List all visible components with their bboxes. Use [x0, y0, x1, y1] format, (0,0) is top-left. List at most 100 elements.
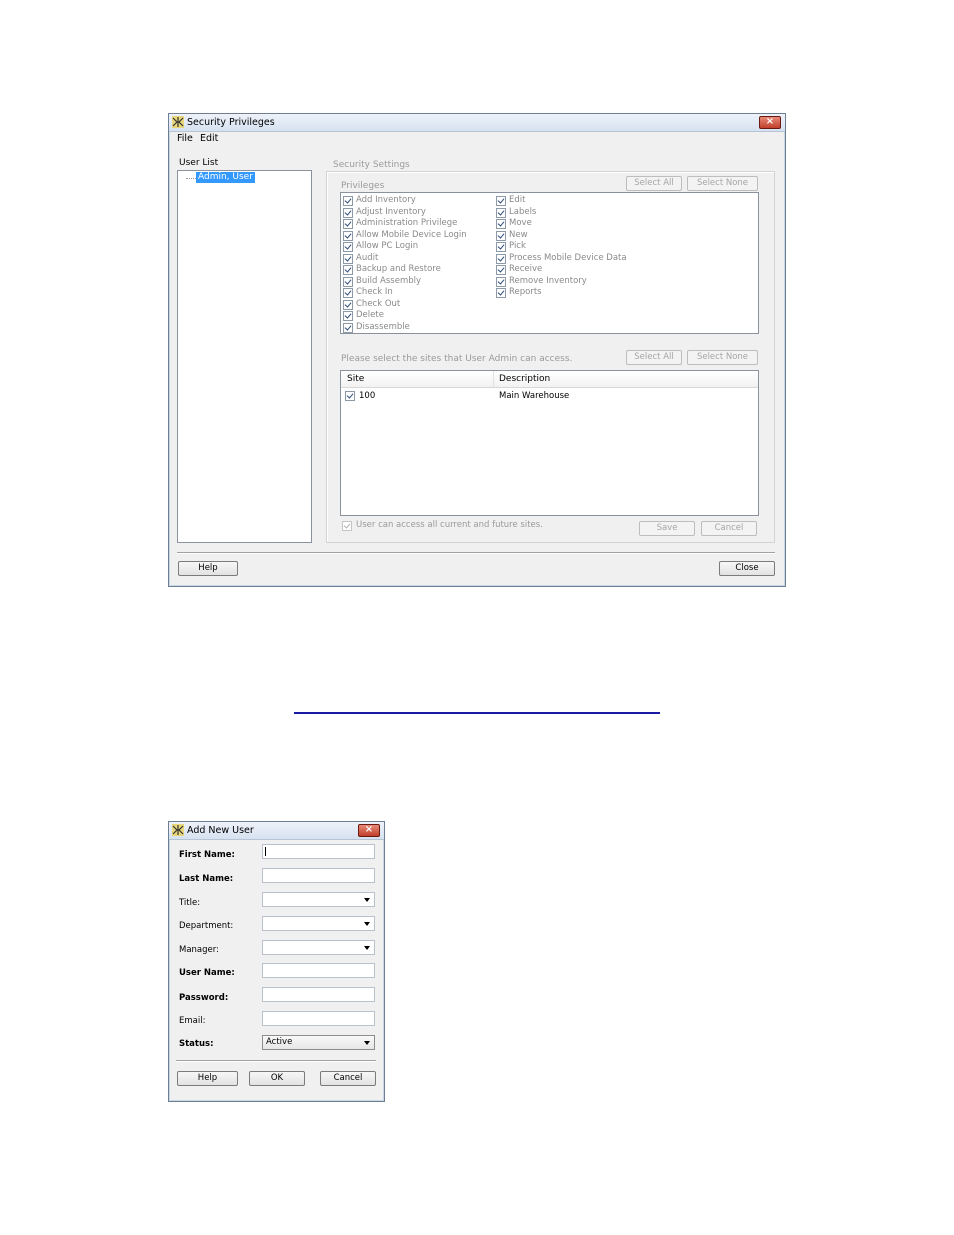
- privilege-checkbox[interactable]: [343, 322, 353, 333]
- title-bar[interactable]: Add New User ×: [169, 822, 384, 840]
- privilege-checkbox[interactable]: [343, 242, 353, 252]
- status-value: Active: [266, 1037, 293, 1047]
- privilege-checkbox[interactable]: [343, 196, 353, 206]
- title-label: Title:: [179, 898, 201, 908]
- divider: [176, 1060, 376, 1062]
- user-list[interactable]: Admin, User: [177, 170, 312, 543]
- privileges-list: Add Inventory Adjust Inventory Administrat…: [340, 192, 759, 334]
- app-icon: [172, 116, 184, 128]
- privilege-label: Labels: [509, 206, 537, 217]
- user-name-field[interactable]: [262, 963, 375, 978]
- privilege-checkbox[interactable]: [343, 230, 353, 241]
- sites-select-none-button[interactable]: Select None: [687, 350, 758, 365]
- privilege-checkbox[interactable]: [496, 265, 506, 275]
- privilege-checkbox[interactable]: [343, 207, 353, 218]
- status-label: Status:: [179, 1039, 214, 1049]
- table-row[interactable]: 100 Main Warehouse: [341, 389, 758, 402]
- manager-label: Manager:: [179, 945, 219, 955]
- privilege-label: Reports: [509, 287, 542, 297]
- close-button[interactable]: Close: [719, 561, 775, 576]
- privilege-checkbox[interactable]: [343, 265, 353, 275]
- department-dropdown[interactable]: [262, 916, 375, 931]
- site-checkbox[interactable]: [345, 391, 355, 401]
- user-list-label: User List: [179, 158, 219, 168]
- help-button[interactable]: Help: [177, 1071, 238, 1086]
- privilege-label: Adjust Inventory: [356, 206, 426, 217]
- cancel-button[interactable]: Cancel: [701, 521, 757, 536]
- privilege-checkbox[interactable]: [343, 288, 353, 298]
- window-title: Add New User: [187, 825, 254, 836]
- privilege-label: Add Inventory: [356, 195, 416, 205]
- column-header-description[interactable]: Description: [499, 374, 550, 384]
- privilege-checkbox[interactable]: [343, 299, 353, 310]
- user-name-label: User Name:: [179, 968, 235, 978]
- privilege-checkbox[interactable]: [496, 288, 506, 298]
- privilege-label: New: [509, 229, 528, 240]
- title-dropdown[interactable]: [262, 892, 375, 907]
- sites-table: Site Description 100 Main Warehouse: [340, 370, 759, 516]
- privilege-label: Delete: [356, 310, 384, 320]
- title-bar[interactable]: Security Privileges ×: [169, 114, 785, 132]
- privilege-label: Backup and Restore: [356, 264, 441, 274]
- privilege-label: Receive: [509, 264, 543, 274]
- privilege-label: Edit: [509, 195, 526, 205]
- privilege-checkbox[interactable]: [496, 219, 506, 229]
- privilege-checkbox[interactable]: [496, 242, 506, 252]
- first-name-label: First Name:: [179, 850, 235, 860]
- user-item-admin[interactable]: Admin, User: [196, 172, 255, 183]
- privilege-label: Allow Mobile Device Login: [356, 229, 467, 240]
- department-label: Department:: [179, 921, 234, 931]
- privilege-checkbox[interactable]: [496, 230, 506, 241]
- privilege-checkbox[interactable]: [343, 276, 353, 287]
- app-icon: [172, 824, 184, 836]
- privilege-checkbox[interactable]: [496, 196, 506, 206]
- security-settings-label: Security Settings: [332, 160, 411, 170]
- privilege-checkbox[interactable]: [496, 207, 506, 218]
- all-sites-label: User can access all current and future s…: [356, 520, 543, 530]
- link-underline: [294, 712, 660, 714]
- password-field[interactable]: [262, 987, 375, 1002]
- sites-prompt: Please select the sites that User Admin …: [341, 354, 573, 364]
- privilege-label: Audit: [356, 252, 379, 263]
- privileges-select-all-button[interactable]: Select All: [626, 176, 682, 191]
- close-icon[interactable]: ×: [358, 824, 380, 837]
- column-header-site[interactable]: Site: [347, 374, 364, 384]
- privileges-select-none-button[interactable]: Select None: [687, 176, 758, 191]
- menu-file[interactable]: File: [177, 133, 193, 144]
- privilege-label: Check Out: [356, 298, 401, 309]
- column-divider: [493, 371, 494, 387]
- privilege-checkbox[interactable]: [343, 253, 353, 264]
- close-icon[interactable]: ×: [759, 116, 781, 129]
- tree-connector: [186, 178, 196, 179]
- manager-dropdown[interactable]: [262, 940, 375, 955]
- menu-bar: File Edit: [169, 132, 785, 146]
- privileges-label: Privileges: [341, 181, 385, 191]
- site-cell: 100: [359, 391, 376, 401]
- sites-table-header: Site Description: [341, 371, 758, 388]
- privilege-checkbox[interactable]: [343, 311, 353, 321]
- last-name-field[interactable]: [262, 868, 375, 883]
- divider: [177, 552, 775, 554]
- first-name-field[interactable]: [262, 844, 375, 859]
- privilege-checkbox[interactable]: [343, 219, 353, 229]
- privilege-label: Administration Privilege: [356, 218, 458, 228]
- description-cell: Main Warehouse: [499, 391, 570, 401]
- all-sites-checkbox[interactable]: [342, 521, 352, 531]
- menu-edit[interactable]: Edit: [200, 133, 218, 144]
- cancel-button[interactable]: Cancel: [320, 1071, 376, 1086]
- ok-button[interactable]: OK: [249, 1071, 305, 1086]
- password-label: Password:: [179, 993, 229, 1003]
- save-button[interactable]: Save: [639, 521, 695, 536]
- email-field[interactable]: [262, 1011, 375, 1026]
- last-name-label: Last Name:: [179, 874, 234, 884]
- privilege-checkbox[interactable]: [496, 276, 506, 287]
- email-label: Email:: [179, 1016, 206, 1026]
- status-dropdown[interactable]: Active: [262, 1035, 375, 1050]
- privilege-label: Move: [509, 218, 532, 228]
- privilege-checkbox[interactable]: [496, 253, 506, 264]
- privilege-label: Disassemble: [356, 321, 410, 332]
- sites-select-all-button[interactable]: Select All: [626, 350, 682, 365]
- help-button[interactable]: Help: [178, 561, 238, 576]
- add-new-user-window: Add New User × First Name: Last Name: Ti…: [168, 821, 385, 1102]
- privilege-label: Pick: [509, 241, 526, 251]
